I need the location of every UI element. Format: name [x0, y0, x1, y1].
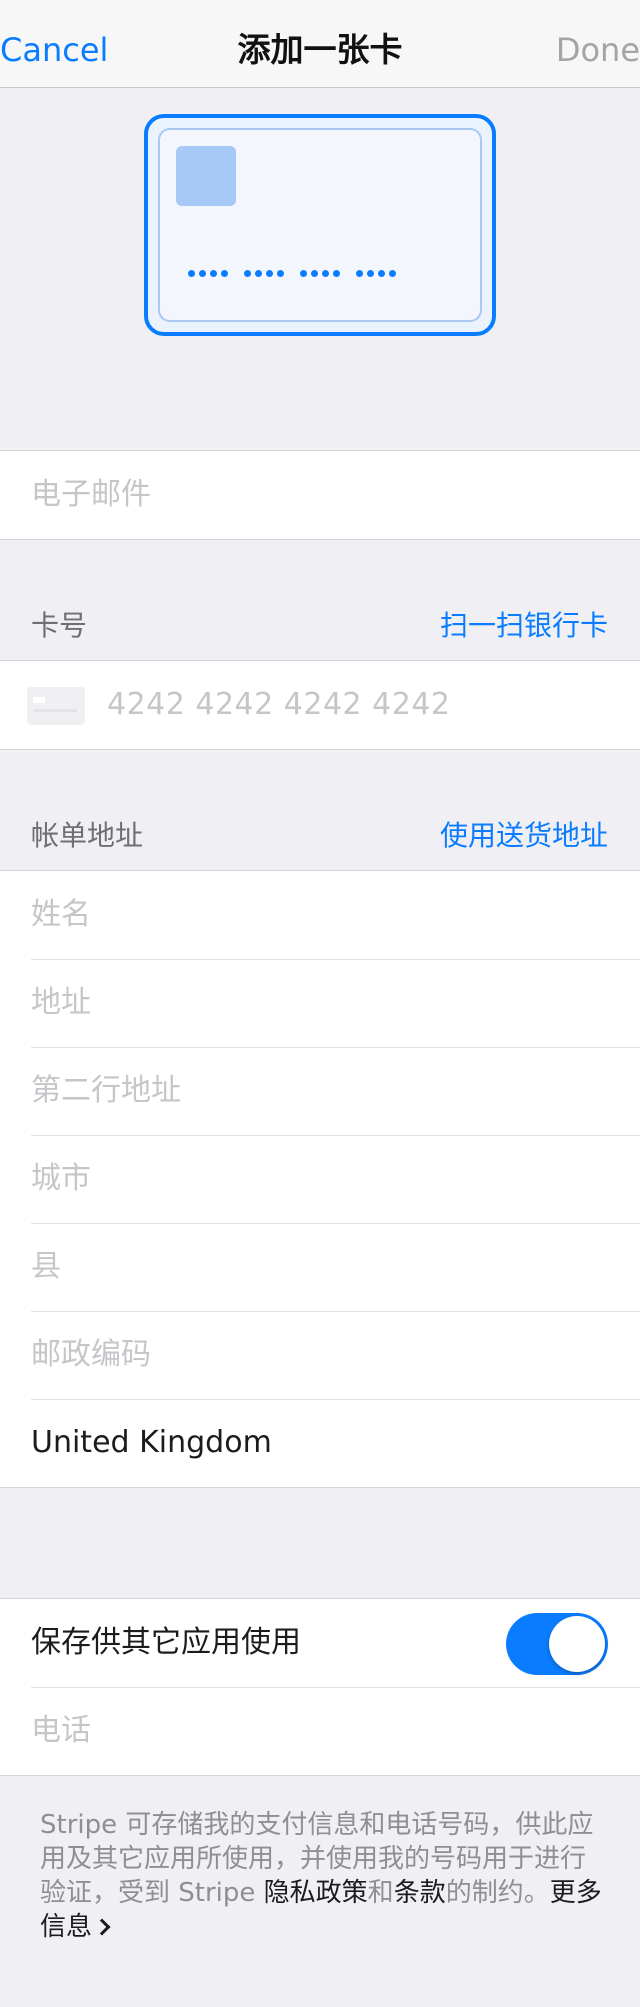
card-number-mask [188, 270, 396, 277]
address-line-2-placeholder: 第二行地址 [31, 1073, 181, 1108]
page-title: 添加一张卡 [237, 30, 403, 69]
footer-text-and: 和 [367, 1878, 394, 1908]
country-field[interactable]: United Kingdom [0, 1399, 640, 1487]
county-field[interactable]: 县 [0, 1223, 640, 1311]
card-chip-icon [176, 146, 236, 206]
chevron-right-icon [93, 1918, 111, 1936]
card-number-section: 4242 4242 4242 4242 [0, 660, 640, 750]
footer-text-end: 的制约。 [445, 1878, 550, 1908]
done-button[interactable]: Done [556, 30, 640, 70]
privacy-policy-link[interactable]: 隐私政策 [264, 1878, 368, 1908]
postcode-field[interactable]: 邮政编码 [0, 1311, 640, 1399]
footer-disclaimer: Stripe 可存储我的支付信息和电话号码，供此应用及其它应用所使用，并使用我的… [40, 1808, 610, 1944]
card-number-field[interactable]: 4242 4242 4242 4242 [0, 661, 640, 749]
billing-address-section: 姓名 地址 第二行地址 城市 县 邮政编码 United Kingdom [0, 870, 640, 1488]
country-value: United Kingdom [31, 1425, 272, 1460]
save-toggle-switch[interactable] [506, 1613, 608, 1675]
save-info-section: 保存供其它应用使用 电话 [0, 1598, 640, 1776]
save-toggle-label: 保存供其它应用使用 [31, 1625, 301, 1660]
card-preview [144, 114, 496, 336]
city-placeholder: 城市 [31, 1161, 91, 1196]
email-section: 电子邮件 [0, 450, 640, 540]
scan-card-link[interactable]: 扫一扫银行卡 [440, 608, 608, 644]
toggle-knob [549, 1616, 605, 1672]
name-placeholder: 姓名 [31, 897, 91, 932]
save-toggle-row: 保存供其它应用使用 [0, 1599, 640, 1687]
phone-field[interactable]: 电话 [0, 1687, 640, 1775]
county-placeholder: 县 [31, 1249, 61, 1284]
phone-placeholder: 电话 [31, 1713, 91, 1748]
card-number-placeholder: 4242 4242 4242 4242 [107, 687, 451, 722]
terms-link[interactable]: 条款 [394, 1878, 446, 1908]
address-line-2-field[interactable]: 第二行地址 [0, 1047, 640, 1135]
address-field[interactable]: 地址 [0, 959, 640, 1047]
city-field[interactable]: 城市 [0, 1135, 640, 1223]
name-field[interactable]: 姓名 [0, 871, 640, 959]
use-shipping-address-link[interactable]: 使用送货地址 [440, 818, 608, 854]
address-placeholder: 地址 [31, 985, 91, 1020]
billing-address-header: 帐单地址 [31, 819, 144, 852]
navigation-bar: Cancel 添加一张卡 Done [0, 0, 640, 88]
postcode-placeholder: 邮政编码 [31, 1337, 151, 1372]
credit-card-icon [27, 687, 85, 725]
card-number-header: 卡号 [31, 609, 88, 642]
card-preview-inner [158, 128, 482, 322]
email-field[interactable]: 电子邮件 [0, 451, 640, 539]
email-placeholder: 电子邮件 [31, 477, 151, 512]
